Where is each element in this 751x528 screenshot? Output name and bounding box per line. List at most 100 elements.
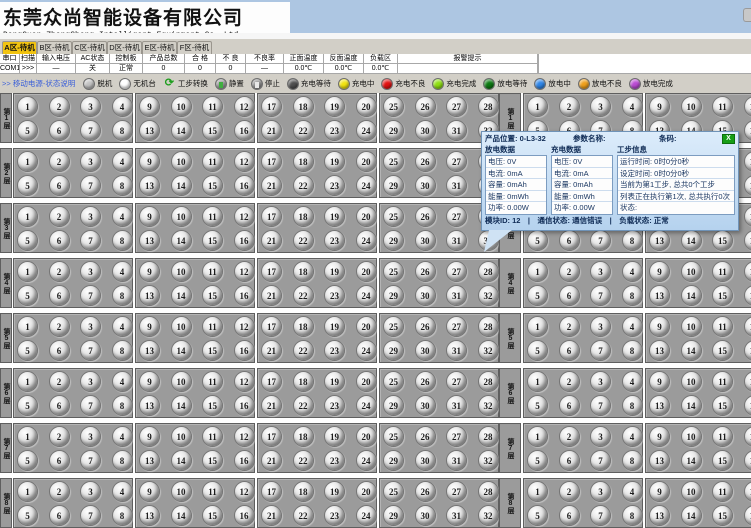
cell-L-r8-2[interactable]: 2 <box>49 481 70 502</box>
cell-L-r6-8[interactable]: 8 <box>112 395 133 416</box>
cell-L-r5-13[interactable]: 13 <box>139 340 160 361</box>
cell-L-r7-11[interactable]: 11 <box>202 426 223 447</box>
cell-R-r6-16[interactable]: 16 <box>744 395 751 416</box>
cell-L-r7-7[interactable]: 7 <box>80 450 101 471</box>
cell-L-r2-18[interactable]: 18 <box>293 151 314 172</box>
cell-L-r5-26[interactable]: 26 <box>415 316 436 337</box>
cell-R-r8-12[interactable]: 12 <box>744 481 751 502</box>
cell-L-r3-31[interactable]: 31 <box>446 230 467 251</box>
cell-R-r4-15[interactable]: 15 <box>712 285 733 306</box>
cell-L-r7-9[interactable]: 9 <box>139 426 160 447</box>
cell-R-r8-1[interactable]: 1 <box>527 481 548 502</box>
cell-L-r7-1[interactable]: 1 <box>17 426 38 447</box>
cell-L-r5-14[interactable]: 14 <box>171 340 192 361</box>
cell-R-r4-7[interactable]: 7 <box>590 285 611 306</box>
cell-L-r4-6[interactable]: 6 <box>49 285 70 306</box>
cell-L-r8-25[interactable]: 25 <box>383 481 404 502</box>
cell-R-r7-7[interactable]: 7 <box>590 450 611 471</box>
cell-L-r3-29[interactable]: 29 <box>383 230 404 251</box>
cell-L-r2-23[interactable]: 23 <box>324 175 345 196</box>
cell-R-r4-5[interactable]: 5 <box>527 285 548 306</box>
tab-zone-B[interactable]: B区-待机 <box>37 41 72 54</box>
cell-L-r6-2[interactable]: 2 <box>49 371 70 392</box>
cell-R-r7-11[interactable]: 11 <box>712 426 733 447</box>
cell-R-r8-10[interactable]: 10 <box>681 481 702 502</box>
cell-L-r2-10[interactable]: 10 <box>171 151 192 172</box>
cell-L-r6-17[interactable]: 17 <box>261 371 282 392</box>
cell-L-r1-18[interactable]: 18 <box>293 96 314 117</box>
cell-L-r1-8[interactable]: 8 <box>112 120 133 141</box>
cell-R-r1-12[interactable]: 12 <box>744 96 751 117</box>
cell-L-r6-9[interactable]: 9 <box>139 371 160 392</box>
cell-R-r1-11[interactable]: 11 <box>712 96 733 117</box>
cell-L-r8-23[interactable]: 23 <box>324 505 345 526</box>
cell-L-r7-20[interactable]: 20 <box>356 426 377 447</box>
cell-L-r1-25[interactable]: 25 <box>383 96 404 117</box>
cell-L-r6-3[interactable]: 3 <box>80 371 101 392</box>
cell-R-r5-9[interactable]: 9 <box>649 316 670 337</box>
cell-L-r6-23[interactable]: 23 <box>324 395 345 416</box>
cell-R-r4-8[interactable]: 8 <box>622 285 643 306</box>
cell-L-r3-27[interactable]: 27 <box>446 206 467 227</box>
cell-L-r5-9[interactable]: 9 <box>139 316 160 337</box>
cell-L-r8-13[interactable]: 13 <box>139 505 160 526</box>
cell-L-r3-11[interactable]: 11 <box>202 206 223 227</box>
cell-R-r8-16[interactable]: 16 <box>744 505 751 526</box>
cell-L-r8-11[interactable]: 11 <box>202 481 223 502</box>
cell-R-r6-14[interactable]: 14 <box>681 395 702 416</box>
cell-L-r2-24[interactable]: 24 <box>356 175 377 196</box>
cell-L-r3-10[interactable]: 10 <box>171 206 192 227</box>
cell-L-r2-9[interactable]: 9 <box>139 151 160 172</box>
cell-L-r1-11[interactable]: 11 <box>202 96 223 117</box>
cell-L-r4-7[interactable]: 7 <box>80 285 101 306</box>
cell-L-r5-8[interactable]: 8 <box>112 340 133 361</box>
cell-L-r1-27[interactable]: 27 <box>446 96 467 117</box>
cell-R-r8-15[interactable]: 15 <box>712 505 733 526</box>
cell-R-r4-4[interactable]: 4 <box>622 261 643 282</box>
cell-L-r7-22[interactable]: 22 <box>293 450 314 471</box>
cell-L-r2-14[interactable]: 14 <box>171 175 192 196</box>
cell-R-r5-14[interactable]: 14 <box>681 340 702 361</box>
cell-L-r6-7[interactable]: 7 <box>80 395 101 416</box>
cell-R-r6-10[interactable]: 10 <box>681 371 702 392</box>
cell-R-r7-6[interactable]: 6 <box>559 450 580 471</box>
cell-L-r4-2[interactable]: 2 <box>49 261 70 282</box>
cell-L-r2-30[interactable]: 30 <box>415 175 436 196</box>
tab-zone-A[interactable]: A区-待机 <box>2 41 37 54</box>
legend-link[interactable]: >> 移动电源-状态说明 <box>2 78 75 89</box>
cell-R-r8-2[interactable]: 2 <box>559 481 580 502</box>
cell-L-r8-4[interactable]: 4 <box>112 481 133 502</box>
cell-R-r3-14[interactable]: 14 <box>681 230 702 251</box>
cell-R-r6-6[interactable]: 6 <box>559 395 580 416</box>
cell-L-r5-16[interactable]: 16 <box>234 340 255 361</box>
cell-L-r3-12[interactable]: 12 <box>234 206 255 227</box>
cell-L-r3-18[interactable]: 18 <box>293 206 314 227</box>
cell-L-r6-22[interactable]: 22 <box>293 395 314 416</box>
cell-L-r3-25[interactable]: 25 <box>383 206 404 227</box>
cell-R-r1-4[interactable]: 4 <box>622 96 643 117</box>
cell-L-r4-14[interactable]: 14 <box>171 285 192 306</box>
cell-L-r2-20[interactable]: 20 <box>356 151 377 172</box>
cell-L-r3-19[interactable]: 19 <box>324 206 345 227</box>
tab-zone-C[interactable]: C区-待机 <box>72 41 107 54</box>
cell-L-r1-19[interactable]: 19 <box>324 96 345 117</box>
cell-L-r4-25[interactable]: 25 <box>383 261 404 282</box>
cell-L-r1-30[interactable]: 30 <box>415 120 436 141</box>
cell-L-r5-10[interactable]: 10 <box>171 316 192 337</box>
cell-L-r7-14[interactable]: 14 <box>171 450 192 471</box>
cell-R-r4-2[interactable]: 2 <box>559 261 580 282</box>
cell-R-r4-10[interactable]: 10 <box>681 261 702 282</box>
cell-R-r1-10[interactable]: 10 <box>681 96 702 117</box>
cell-L-r6-12[interactable]: 12 <box>234 371 255 392</box>
cell-R-r2-16[interactable]: 16 <box>744 175 751 196</box>
cell-L-r5-19[interactable]: 19 <box>324 316 345 337</box>
cell-L-r6-5[interactable]: 5 <box>17 395 38 416</box>
cell-L-r2-29[interactable]: 29 <box>383 175 404 196</box>
cell-L-r1-2[interactable]: 2 <box>49 96 70 117</box>
cell-L-r3-14[interactable]: 14 <box>171 230 192 251</box>
cell-L-r8-31[interactable]: 31 <box>446 505 467 526</box>
cell-L-r2-8[interactable]: 8 <box>112 175 133 196</box>
cell-R-r6-2[interactable]: 2 <box>559 371 580 392</box>
cell-L-r2-11[interactable]: 11 <box>202 151 223 172</box>
cell-L-r2-5[interactable]: 5 <box>17 175 38 196</box>
